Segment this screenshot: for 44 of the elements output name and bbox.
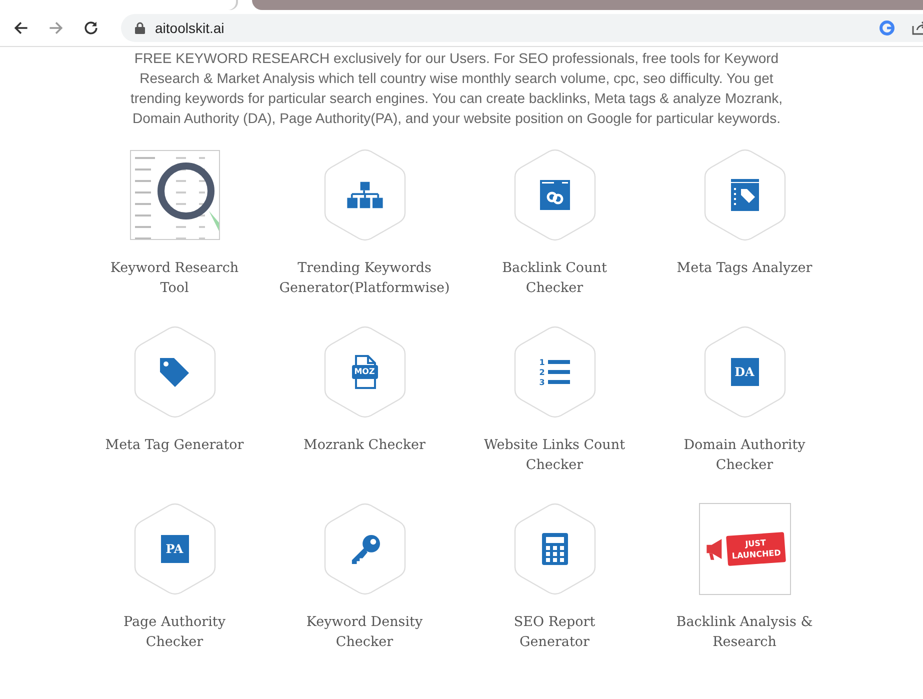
- back-icon[interactable]: [12, 19, 30, 37]
- file-badge-icon: MOZ: [352, 355, 378, 389]
- hexagon-tile[interactable]: [512, 503, 596, 595]
- keyword-table-thumbnail[interactable]: [130, 150, 220, 240]
- hexagon-tile[interactable]: MOZ: [322, 326, 406, 418]
- tool-link[interactable]: Keyword Research Tool: [100, 258, 250, 298]
- sitemap-icon: [346, 180, 384, 210]
- calculator-icon: [542, 533, 568, 565]
- hexagon-tile[interactable]: PA: [132, 503, 216, 595]
- reload-icon[interactable]: [82, 19, 100, 37]
- google-icon[interactable]: [879, 20, 895, 36]
- tag-page-icon: [730, 179, 758, 211]
- lock-icon: [135, 22, 145, 34]
- address-bar[interactable]: aitoolskit.ai: [121, 14, 923, 42]
- url-text: aitoolskit.ai: [155, 20, 224, 36]
- just-launched-thumbnail[interactable]: JUST LAUNCHED: [698, 503, 790, 595]
- tag-icon: [159, 356, 190, 388]
- tool-link[interactable]: Mozrank Checker: [290, 435, 440, 455]
- share-icon[interactable]: [911, 20, 923, 36]
- launch-badge: JUST LAUNCHED: [726, 532, 786, 566]
- hexagon-tile[interactable]: [512, 149, 596, 241]
- link-window-icon: [540, 180, 570, 210]
- tool-link[interactable]: Website Links Count Checker: [480, 435, 630, 475]
- forward-icon[interactable]: [47, 19, 65, 37]
- hexagon-tile[interactable]: [132, 326, 216, 418]
- key-icon: [350, 534, 380, 564]
- tool-link[interactable]: Backlink Analysis & Research: [670, 612, 820, 652]
- letter-square-icon: PA: [160, 535, 188, 563]
- tool-link[interactable]: Backlink Count Checker: [480, 258, 630, 298]
- tool-link[interactable]: Meta Tags Analyzer: [670, 258, 820, 278]
- megaphone-icon: [704, 537, 724, 561]
- tool-link[interactable]: Page Authority Checker: [100, 612, 250, 652]
- tool-link[interactable]: Trending Keywords Generator(Platformwise): [279, 258, 450, 298]
- hexagon-tile[interactable]: [702, 149, 786, 241]
- intro-paragraph: FREE KEYWORD RESEARCH exclusively for our Users. For SEO professionals, free tools for Keyword Research & Market Analysis which tell country wise monthly search volume, cpc, seo difficulty. You get trending keywords for particular search engines. You can create backlinks, Meta tags & analyze Mozrank, Domain Authority (DA), Page Authority(PA), and your website position on Google for particular keywords.: [129, 49, 784, 128]
- hexagon-tile[interactable]: [322, 149, 406, 241]
- tool-link[interactable]: Keyword Density Checker: [290, 612, 440, 652]
- tool-link[interactable]: SEO Report Generator: [480, 612, 630, 652]
- tool-link[interactable]: Domain Authority Checker: [670, 435, 820, 475]
- hexagon-tile[interactable]: [322, 503, 406, 595]
- letter-square-icon: DA: [730, 358, 758, 386]
- tool-link[interactable]: Meta Tag Generator: [100, 435, 250, 455]
- hexagon-tile[interactable]: 1 2 3: [512, 326, 596, 418]
- hexagon-tile[interactable]: DA: [702, 326, 786, 418]
